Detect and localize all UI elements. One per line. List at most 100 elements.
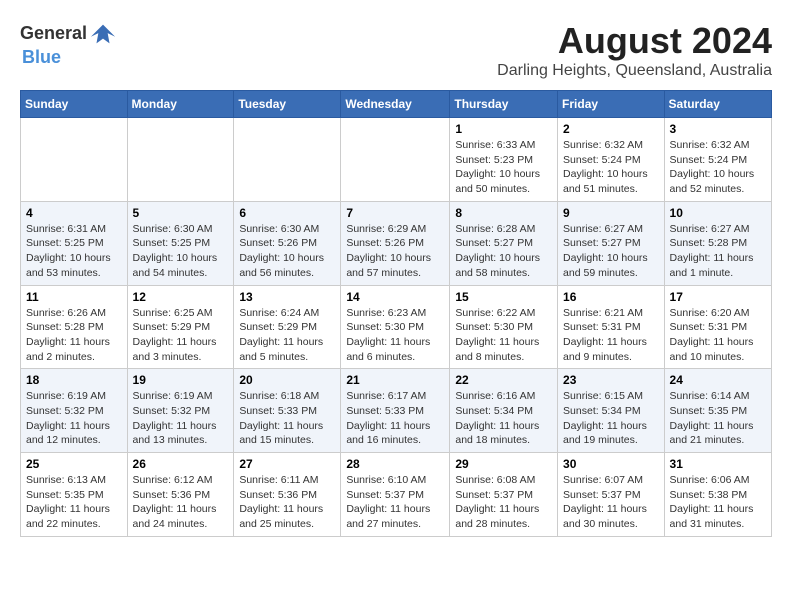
calendar-cell: 11 Sunrise: 6:26 AM Sunset: 5:28 PM Dayli…: [21, 285, 128, 369]
day-number: 23: [563, 373, 659, 387]
calendar-cell: 6Sunrise: 6:30 AM Sunset: 5:26 PM Daylig…: [234, 201, 341, 285]
calendar-cell: 16 Sunrise: 6:21 AM Sunset: 5:31 PM Dayli…: [558, 285, 665, 369]
day-number: 19: [133, 373, 229, 387]
day-number: 9: [563, 206, 659, 220]
calendar-cell: 19 Sunrise: 6:19 AM Sunset: 5:32 PM Dayli…: [127, 369, 234, 453]
day-info: Sunrise: 6:10 AM Sunset: 5:37 PM Dayligh…: [346, 473, 444, 532]
calendar-cell: 17Sunrise: 6:20 AM Sunset: 5:31 PM Dayli…: [664, 285, 771, 369]
calendar-cell: 28 Sunrise: 6:10 AM Sunset: 5:37 PM Dayli…: [341, 453, 450, 537]
day-info: Sunrise: 6:23 AM Sunset: 5:30 PM Dayligh…: [346, 306, 444, 365]
day-number: 30: [563, 457, 659, 471]
day-info: Sunrise: 6:18 AM Sunset: 5:33 PM Dayligh…: [239, 389, 335, 448]
day-info: Sunrise: 6:32 AM Sunset: 5:24 PM Dayligh…: [670, 138, 766, 197]
logo-general-text: General: [20, 24, 87, 44]
day-info: Sunrise: 6:17 AM Sunset: 5:33 PM Dayligh…: [346, 389, 444, 448]
day-info: Sunrise: 6:27 AM Sunset: 5:28 PM Dayligh…: [670, 222, 766, 281]
calendar-cell: [341, 118, 450, 202]
day-info: Sunrise: 6:30 AM Sunset: 5:25 PM Dayligh…: [133, 222, 229, 281]
day-number: 26: [133, 457, 229, 471]
week-row-2: 4 Sunrise: 6:31 AM Sunset: 5:25 PM Daylig…: [21, 201, 772, 285]
day-info: Sunrise: 6:13 AM Sunset: 5:35 PM Dayligh…: [26, 473, 122, 532]
calendar-cell: 8 Sunrise: 6:28 AM Sunset: 5:27 PM Daylig…: [450, 201, 558, 285]
calendar-cell: 25 Sunrise: 6:13 AM Sunset: 5:35 PM Dayli…: [21, 453, 128, 537]
weekday-header-wednesday: Wednesday: [341, 91, 450, 118]
calendar-cell: 13 Sunrise: 6:24 AM Sunset: 5:29 PM Dayli…: [234, 285, 341, 369]
weekday-header-saturday: Saturday: [664, 91, 771, 118]
day-number: 21: [346, 373, 444, 387]
calendar-cell: 30 Sunrise: 6:07 AM Sunset: 5:37 PM Dayli…: [558, 453, 665, 537]
day-info: Sunrise: 6:16 AM Sunset: 5:34 PM Dayligh…: [455, 389, 552, 448]
day-info: Sunrise: 6:26 AM Sunset: 5:28 PM Dayligh…: [26, 306, 122, 365]
day-info: Sunrise: 6:06 AM Sunset: 5:38 PM Dayligh…: [670, 473, 766, 532]
day-info: Sunrise: 6:14 AM Sunset: 5:35 PM Dayligh…: [670, 389, 766, 448]
day-number: 12: [133, 290, 229, 304]
day-number: 16: [563, 290, 659, 304]
day-number: 29: [455, 457, 552, 471]
day-info: Sunrise: 6:32 AM Sunset: 5:24 PM Dayligh…: [563, 138, 659, 197]
day-number: 10: [670, 206, 766, 220]
weekday-header-tuesday: Tuesday: [234, 91, 341, 118]
location-subtitle: Darling Heights, Queensland, Australia: [497, 62, 772, 80]
calendar-cell: 3 Sunrise: 6:32 AM Sunset: 5:24 PM Daylig…: [664, 118, 771, 202]
day-number: 22: [455, 373, 552, 387]
day-number: 11: [26, 290, 122, 304]
day-info: Sunrise: 6:29 AM Sunset: 5:26 PM Dayligh…: [346, 222, 444, 281]
day-number: 4: [26, 206, 122, 220]
week-row-4: 18Sunrise: 6:19 AM Sunset: 5:32 PM Dayli…: [21, 369, 772, 453]
calendar-table: SundayMondayTuesdayWednesdayThursdayFrid…: [20, 90, 772, 537]
calendar-cell: 31Sunrise: 6:06 AM Sunset: 5:38 PM Dayli…: [664, 453, 771, 537]
week-row-5: 25 Sunrise: 6:13 AM Sunset: 5:35 PM Dayli…: [21, 453, 772, 537]
calendar-cell: 21 Sunrise: 6:17 AM Sunset: 5:33 PM Dayli…: [341, 369, 450, 453]
weekday-header-row: SundayMondayTuesdayWednesdayThursdayFrid…: [21, 91, 772, 118]
day-info: Sunrise: 6:07 AM Sunset: 5:37 PM Dayligh…: [563, 473, 659, 532]
calendar-cell: 27Sunrise: 6:11 AM Sunset: 5:36 PM Dayli…: [234, 453, 341, 537]
calendar-cell: [127, 118, 234, 202]
weekday-header-friday: Friday: [558, 91, 665, 118]
day-number: 14: [346, 290, 444, 304]
day-number: 13: [239, 290, 335, 304]
calendar-cell: 9Sunrise: 6:27 AM Sunset: 5:27 PM Daylig…: [558, 201, 665, 285]
title-area: August 2024 Darling Heights, Queensland,…: [497, 20, 772, 80]
day-number: 6: [239, 206, 335, 220]
month-year-title: August 2024: [497, 20, 772, 62]
day-info: Sunrise: 6:31 AM Sunset: 5:25 PM Dayligh…: [26, 222, 122, 281]
day-info: Sunrise: 6:25 AM Sunset: 5:29 PM Dayligh…: [133, 306, 229, 365]
day-info: Sunrise: 6:11 AM Sunset: 5:36 PM Dayligh…: [239, 473, 335, 532]
day-info: Sunrise: 6:28 AM Sunset: 5:27 PM Dayligh…: [455, 222, 552, 281]
day-number: 20: [239, 373, 335, 387]
day-info: Sunrise: 6:21 AM Sunset: 5:31 PM Dayligh…: [563, 306, 659, 365]
day-info: Sunrise: 6:33 AM Sunset: 5:23 PM Dayligh…: [455, 138, 552, 197]
calendar-cell: 26Sunrise: 6:12 AM Sunset: 5:36 PM Dayli…: [127, 453, 234, 537]
logo-blue-text: Blue: [22, 48, 117, 68]
calendar-cell: 4 Sunrise: 6:31 AM Sunset: 5:25 PM Daylig…: [21, 201, 128, 285]
header: General Blue August 2024 Darling Heights…: [20, 20, 772, 80]
day-number: 7: [346, 206, 444, 220]
day-info: Sunrise: 6:24 AM Sunset: 5:29 PM Dayligh…: [239, 306, 335, 365]
week-row-1: 1 Sunrise: 6:33 AM Sunset: 5:23 PM Daylig…: [21, 118, 772, 202]
day-number: 24: [670, 373, 766, 387]
day-number: 8: [455, 206, 552, 220]
day-number: 3: [670, 122, 766, 136]
day-number: 25: [26, 457, 122, 471]
calendar-cell: 24 Sunrise: 6:14 AM Sunset: 5:35 PM Dayli…: [664, 369, 771, 453]
calendar-cell: 7 Sunrise: 6:29 AM Sunset: 5:26 PM Daylig…: [341, 201, 450, 285]
calendar-cell: 20 Sunrise: 6:18 AM Sunset: 5:33 PM Dayli…: [234, 369, 341, 453]
day-info: Sunrise: 6:15 AM Sunset: 5:34 PM Dayligh…: [563, 389, 659, 448]
day-number: 15: [455, 290, 552, 304]
calendar-cell: 10 Sunrise: 6:27 AM Sunset: 5:28 PM Dayli…: [664, 201, 771, 285]
day-info: Sunrise: 6:19 AM Sunset: 5:32 PM Dayligh…: [133, 389, 229, 448]
logo: General Blue: [20, 20, 117, 68]
day-number: 28: [346, 457, 444, 471]
calendar-cell: 1 Sunrise: 6:33 AM Sunset: 5:23 PM Daylig…: [450, 118, 558, 202]
day-info: Sunrise: 6:19 AM Sunset: 5:32 PM Dayligh…: [26, 389, 122, 448]
week-row-3: 11 Sunrise: 6:26 AM Sunset: 5:28 PM Dayli…: [21, 285, 772, 369]
day-info: Sunrise: 6:08 AM Sunset: 5:37 PM Dayligh…: [455, 473, 552, 532]
day-number: 1: [455, 122, 552, 136]
calendar-cell: 23 Sunrise: 6:15 AM Sunset: 5:34 PM Dayli…: [558, 369, 665, 453]
logo-bird-icon: [89, 20, 117, 48]
calendar-cell: 14 Sunrise: 6:23 AM Sunset: 5:30 PM Dayli…: [341, 285, 450, 369]
calendar-cell: 5 Sunrise: 6:30 AM Sunset: 5:25 PM Daylig…: [127, 201, 234, 285]
day-number: 5: [133, 206, 229, 220]
calendar-cell: 12 Sunrise: 6:25 AM Sunset: 5:29 PM Dayli…: [127, 285, 234, 369]
calendar-cell: [234, 118, 341, 202]
